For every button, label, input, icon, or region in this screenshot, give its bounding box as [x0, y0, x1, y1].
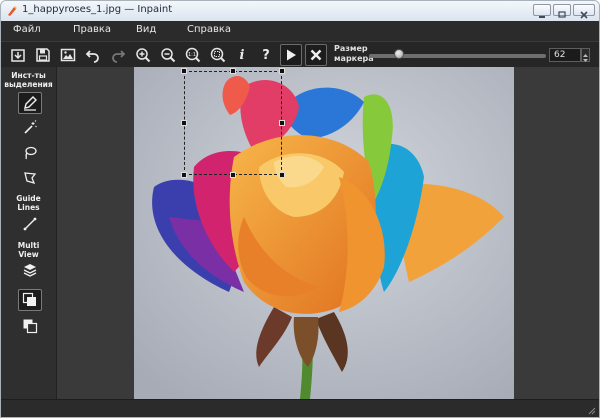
lasso-tool-button[interactable]: [18, 142, 42, 164]
marker-icon: [24, 96, 37, 111]
redo-icon: [112, 50, 126, 63]
zoom-in-button[interactable]: [132, 44, 154, 66]
toolbar: 1:1 i ? Размер маркера 62: [1, 41, 599, 68]
guide-lines-title: Guide Lines: [16, 194, 41, 212]
open-icon: [11, 49, 25, 62]
close-button[interactable]: [573, 4, 595, 19]
polygonal-lasso-icon: [24, 172, 37, 184]
marker-size-label: Размер маркера: [334, 44, 374, 63]
multiview-mode-1-icon: [22, 292, 36, 306]
resize-grip-icon[interactable]: [586, 405, 596, 415]
minimize-icon: [539, 16, 545, 18]
status-bar: [1, 399, 599, 417]
layers-icon: [23, 264, 37, 277]
maximize-icon: [558, 11, 566, 18]
window-controls: [533, 4, 595, 19]
polygonal-lasso-tool-button[interactable]: [18, 167, 42, 189]
tools-sidebar: Инст-ты выделения Guide Lines Multi View: [1, 67, 57, 399]
close-icon: [580, 11, 588, 19]
rose-photo[interactable]: [134, 67, 514, 399]
zoom-actual-button[interactable]: 1:1: [182, 44, 204, 66]
magic-wand-icon: [24, 120, 37, 134]
marker-tool-button[interactable]: [18, 92, 42, 114]
menu-help[interactable]: Справка: [187, 24, 231, 35]
zoom-fit-button[interactable]: [207, 44, 229, 66]
magic-wand-tool-button[interactable]: [18, 117, 42, 139]
guide-line-tool-button[interactable]: [18, 213, 42, 235]
save-as-button[interactable]: [57, 44, 79, 66]
cancel-button[interactable]: [305, 44, 327, 66]
zoom-out-icon: [161, 48, 176, 63]
selection-handle-bottom-right[interactable]: [279, 172, 285, 178]
run-inpaint-button[interactable]: [280, 44, 302, 66]
zoom-actual-icon: 1:1: [185, 47, 201, 63]
marker-size-input[interactable]: 62: [549, 48, 581, 62]
lasso-icon: [25, 146, 37, 160]
undo-button[interactable]: [82, 44, 104, 66]
help-button[interactable]: ?: [255, 44, 277, 66]
layers-button[interactable]: [18, 259, 42, 281]
zoom-out-button[interactable]: [157, 44, 179, 66]
menu-edit[interactable]: Правка: [73, 24, 111, 35]
marker-size-slider-thumb[interactable]: [394, 49, 405, 59]
marker-size-spinner[interactable]: [581, 48, 590, 62]
save-button[interactable]: [32, 44, 54, 66]
menu-view[interactable]: Вид: [136, 24, 156, 35]
selection-handle-top-left[interactable]: [181, 68, 187, 74]
spinner-arrows-icon: [583, 54, 588, 62]
maximize-button[interactable]: [553, 4, 571, 18]
selection-handle-top-right[interactable]: [279, 68, 285, 74]
redo-button[interactable]: [107, 44, 129, 66]
selection-handle-bottom-middle[interactable]: [230, 172, 236, 178]
window-title: 1_happyroses_1.jpg — Inpaint: [22, 4, 173, 15]
selection-handle-middle-left[interactable]: [181, 120, 187, 126]
multiview-mode-1-button[interactable]: [18, 289, 42, 311]
save-icon: [36, 48, 50, 62]
save-as-icon: [60, 48, 76, 62]
guide-line-icon: [23, 217, 37, 231]
zoom-fit-icon: [210, 47, 226, 63]
menu-file[interactable]: Файл: [13, 24, 41, 35]
selection-handle-middle-right[interactable]: [279, 120, 285, 126]
cancel-icon: [310, 49, 322, 61]
undo-icon: [85, 50, 99, 63]
help-icon: ?: [262, 47, 270, 63]
selection-tools-title: Инст-ты выделения: [4, 71, 53, 89]
multiview-mode-2-button[interactable]: [18, 315, 42, 337]
info-icon: i: [239, 47, 245, 63]
multi-view-title: Multi View: [17, 241, 40, 259]
selection-rectangle[interactable]: [184, 71, 282, 175]
minimize-button[interactable]: [533, 4, 551, 18]
selection-handle-top-middle[interactable]: [230, 68, 236, 74]
menu-bar: Файл Правка Вид Справка: [1, 21, 599, 41]
run-icon: [287, 49, 296, 61]
app-window: 1_happyroses_1.jpg — Inpaint Файл Правка…: [0, 0, 600, 418]
zoom-in-icon: [136, 48, 151, 63]
info-button[interactable]: i: [231, 44, 253, 66]
app-logo-icon: [8, 6, 17, 16]
multiview-mode-2-icon: [23, 319, 38, 334]
canvas-area[interactable]: [57, 67, 599, 399]
svg-text:1:1: 1:1: [188, 52, 196, 58]
open-button[interactable]: [7, 44, 29, 66]
title-bar: 1_happyroses_1.jpg — Inpaint: [1, 1, 599, 21]
selection-handle-bottom-left[interactable]: [181, 172, 187, 178]
